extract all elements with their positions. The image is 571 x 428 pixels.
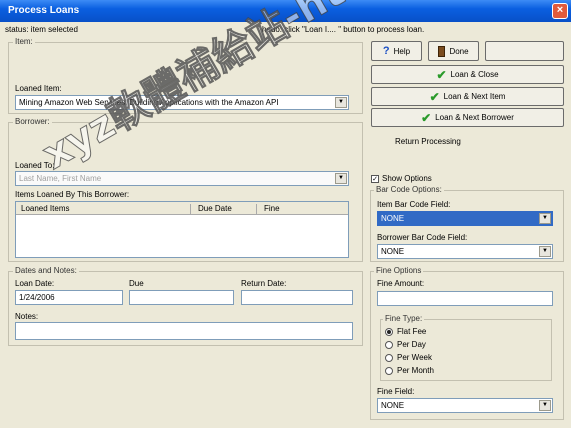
items-loaned-grid[interactable]: Loaned Items Due Date Fine <box>15 201 349 258</box>
barcode-options-label: Bar Code Options: <box>374 185 444 194</box>
borrower-barcode-select[interactable]: NONE ▼ <box>377 244 553 259</box>
dates-notes-group-label: Dates and Notes: <box>13 266 79 275</box>
radio-icon <box>385 366 393 375</box>
loaned-item-select[interactable]: Mining Amazon Web Services: Building App… <box>15 95 349 110</box>
radio-icon <box>385 340 393 349</box>
status-text: status: item selected <box>5 25 78 34</box>
loaned-to-label: Loaned To: <box>15 161 55 170</box>
due-date-field[interactable] <box>129 290 234 305</box>
fine-amount-label: Fine Amount: <box>377 279 425 288</box>
extra-button[interactable] <box>485 41 564 61</box>
return-date-label: Return Date: <box>241 279 287 288</box>
chevron-down-icon[interactable]: ▼ <box>539 400 551 411</box>
chevron-down-icon[interactable]: ▼ <box>335 97 347 108</box>
done-button[interactable]: Done <box>428 41 479 61</box>
loan-date-field[interactable]: 1/24/2006 <box>15 290 123 305</box>
loan-next-item-button[interactable]: ✔ Loan & Next Item <box>371 87 564 106</box>
fine-type-flat-fee[interactable]: Flat Fee <box>385 327 426 336</box>
notes-field[interactable] <box>15 322 353 340</box>
radio-selected-icon <box>385 327 393 336</box>
loan-date-label: Loan Date: <box>15 279 55 288</box>
window-title: Process Loans <box>8 5 80 16</box>
column-fine[interactable]: Fine <box>256 204 280 215</box>
return-date-field[interactable] <box>241 290 353 305</box>
loaned-item-label: Loaned Item: <box>15 84 62 93</box>
question-icon: ? <box>382 45 390 57</box>
fine-type-per-week[interactable]: Per Week <box>385 353 432 362</box>
fine-options-label: Fine Options <box>374 266 424 275</box>
fine-amount-field[interactable] <box>377 291 553 306</box>
loan-next-borrower-button[interactable]: ✔ Loan & Next Borrower <box>371 108 564 127</box>
item-barcode-select[interactable]: NONE ▼ <box>377 211 553 226</box>
return-processing-link[interactable]: Return Processing <box>395 137 461 146</box>
borrower-barcode-label: Borrower Bar Code Field: <box>377 233 468 242</box>
fine-type-per-day[interactable]: Per Day <box>385 340 426 349</box>
fine-type-per-month[interactable]: Per Month <box>385 366 434 375</box>
loan-close-button[interactable]: ✔ Loan & Close <box>371 65 564 84</box>
checkbox-checked-icon: ✓ <box>371 174 379 183</box>
fine-field-select[interactable]: NONE ▼ <box>377 398 553 413</box>
loaned-to-select[interactable]: Last Name, First Name ▼ <box>15 171 349 186</box>
due-date-label: Due <box>129 279 144 288</box>
title-bar: Process Loans <box>0 0 571 22</box>
chevron-down-icon[interactable]: ▼ <box>335 173 347 184</box>
items-loaned-label: Items Loaned By This Borrower: <box>15 190 130 199</box>
item-barcode-label: Item Bar Code Field: <box>377 200 451 209</box>
column-due-date[interactable]: Due Date <box>190 204 232 215</box>
loaned-item-value: Mining Amazon Web Services: Building App… <box>19 98 279 107</box>
item-group-label: Item: <box>13 37 35 46</box>
help-button[interactable]: ? Help <box>371 41 422 61</box>
checkmark-icon: ✔ <box>436 67 447 82</box>
show-options-checkbox[interactable]: ✓ Show Options <box>371 174 432 183</box>
checkmark-icon: ✔ <box>421 110 432 125</box>
chevron-down-icon[interactable]: ▼ <box>539 213 551 224</box>
loaned-to-value: Last Name, First Name <box>19 174 102 183</box>
fine-field-label: Fine Field: <box>377 387 415 396</box>
fine-type-label: Fine Type: <box>383 314 425 323</box>
door-icon <box>438 45 446 57</box>
borrower-group-label: Borrower: <box>13 117 52 126</box>
radio-icon <box>385 353 393 362</box>
close-button[interactable]: × <box>552 3 568 19</box>
notes-label: Notes: <box>15 312 39 321</box>
grid-header: Loaned Items Due Date Fine <box>16 202 348 215</box>
checkmark-icon: ✔ <box>429 89 440 104</box>
hint-text: hedo: click "Loan I.... " button to proc… <box>262 25 425 34</box>
chevron-down-icon[interactable]: ▼ <box>539 246 551 257</box>
column-loaned-items[interactable]: Loaned Items <box>21 204 69 213</box>
